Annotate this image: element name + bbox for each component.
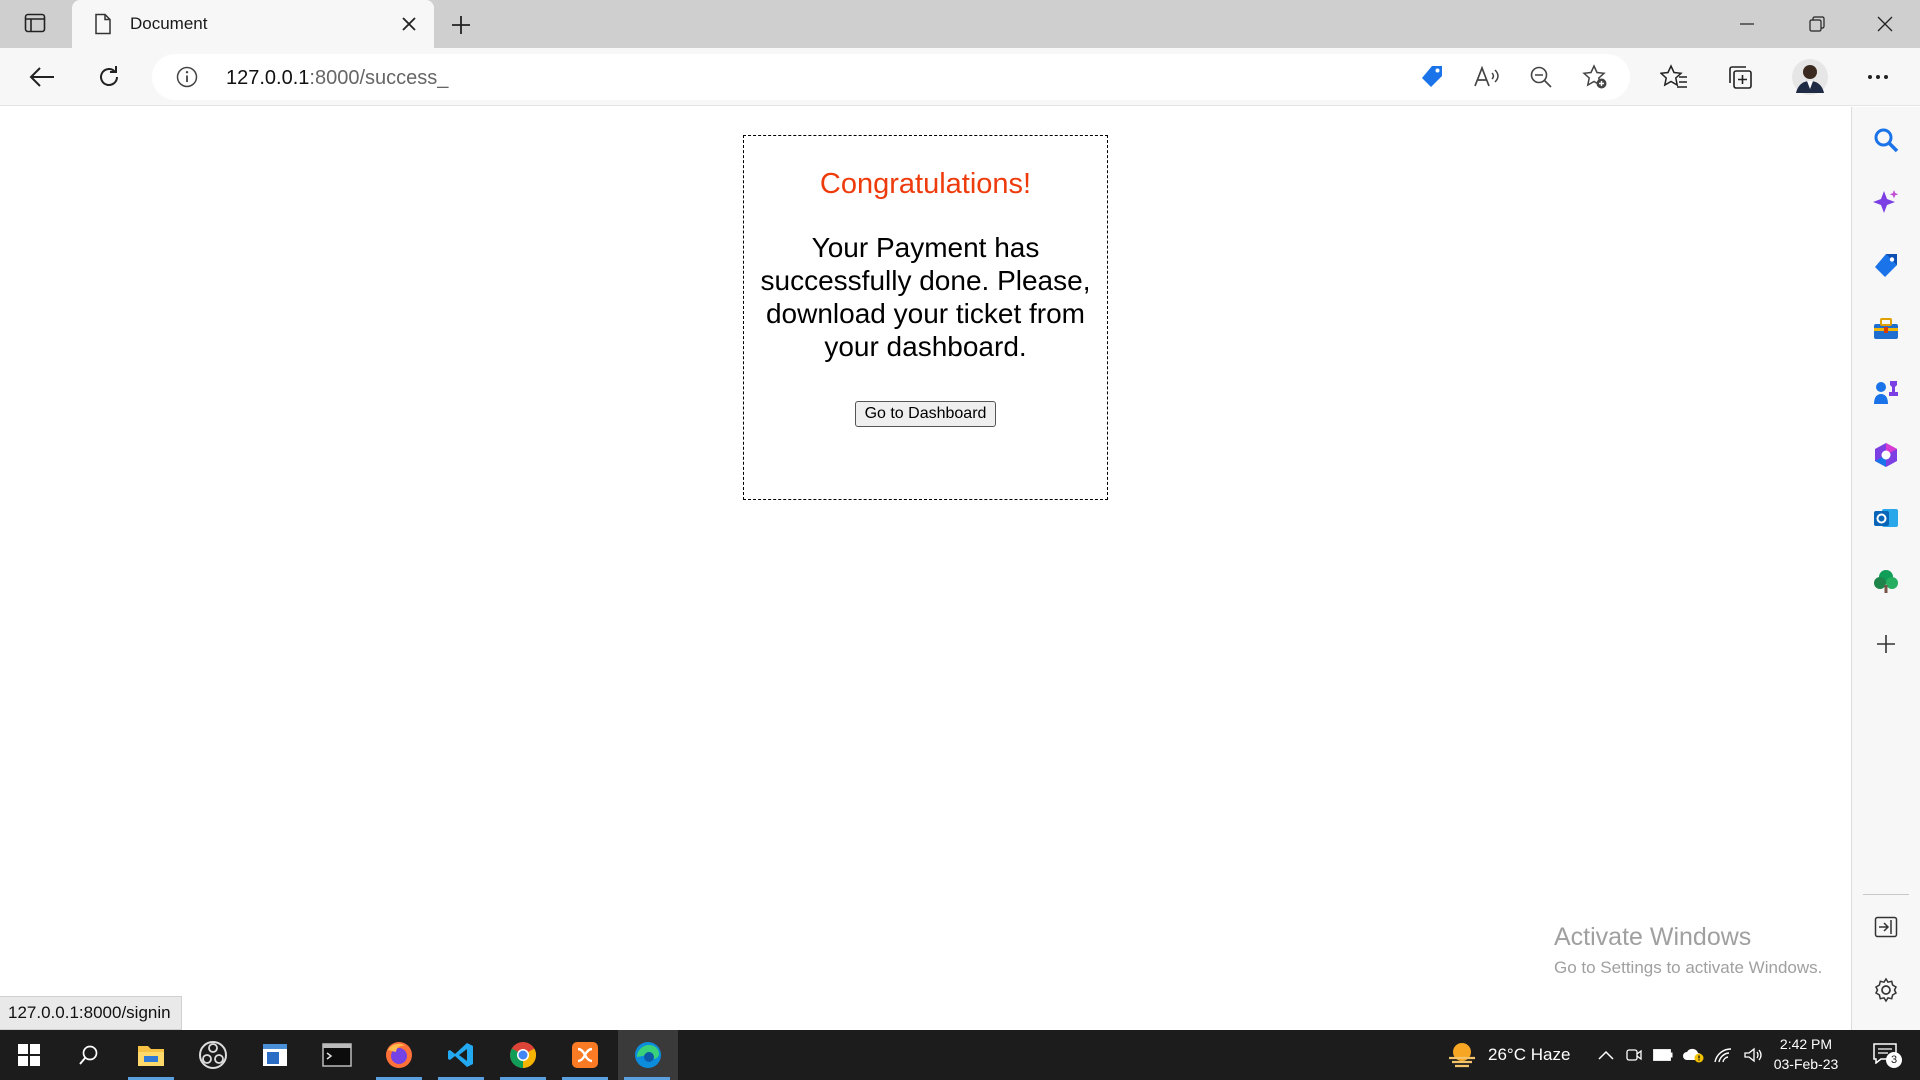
edge-sidebar — [1851, 107, 1920, 1030]
notification-count-badge: 3 — [1886, 1052, 1902, 1068]
taskbar: 26°C Haze 2:42 PM 03-Feb-23 3 — [0, 1030, 1920, 1080]
zoom-out-icon[interactable] — [1526, 63, 1556, 91]
success-card: Congratulations! Your Payment has succes… — [743, 135, 1108, 500]
terminal-button[interactable] — [308, 1030, 366, 1080]
chrome-button[interactable] — [494, 1030, 552, 1080]
shopping-icon[interactable] — [1869, 249, 1903, 283]
weather-text: 26°C Haze — [1488, 1045, 1571, 1064]
watermark-subtitle: Go to Settings to activate Windows. — [1554, 958, 1823, 977]
clock[interactable]: 2:42 PM 03-Feb-23 — [1768, 1034, 1844, 1074]
meet-now-icon[interactable] — [1620, 1047, 1648, 1063]
go-to-dashboard-button[interactable]: Go to Dashboard — [854, 401, 997, 427]
favorites-button[interactable] — [1654, 58, 1694, 96]
watermark-title: Activate Windows — [1554, 923, 1752, 951]
file-explorer-button[interactable] — [122, 1030, 180, 1080]
activate-windows-watermark: Activate Windows Go to Settings to activ… — [1554, 923, 1822, 978]
tools-icon[interactable] — [1869, 312, 1903, 346]
restore-button[interactable] — [1782, 0, 1852, 48]
edge-button[interactable] — [618, 1030, 678, 1080]
status-bar-url: 127.0.0.1:8000/signin — [0, 996, 182, 1030]
search-icon — [79, 1045, 98, 1065]
weather-widget[interactable]: 26°C Haze — [1446, 1030, 1570, 1080]
success-message: Your Payment has successfully done. Plea… — [760, 232, 1091, 362]
start-icon — [18, 1044, 40, 1066]
games-icon[interactable] — [1869, 375, 1903, 409]
drop-icon[interactable] — [1869, 564, 1903, 598]
notepad-icon — [263, 1044, 287, 1066]
close-window-button[interactable] — [1850, 0, 1920, 48]
office-icon[interactable] — [1869, 438, 1903, 472]
taskbar-search-button[interactable] — [60, 1030, 118, 1080]
sidebar-divider — [1863, 894, 1909, 895]
read-aloud-icon[interactable] — [1472, 63, 1502, 91]
refresh-button[interactable] — [89, 58, 129, 96]
notification-icon: 3 — [1872, 1042, 1902, 1068]
outlook-icon[interactable] — [1869, 501, 1903, 535]
profile-avatar[interactable] — [1790, 58, 1830, 96]
show-hidden-icons-icon[interactable] — [1592, 1050, 1620, 1060]
vscode-button[interactable] — [432, 1030, 490, 1080]
obs-button[interactable] — [184, 1030, 242, 1080]
more-options-button[interactable] — [1858, 58, 1898, 96]
start-button[interactable] — [0, 1030, 58, 1080]
file-explorer-icon — [138, 1046, 164, 1066]
firefox-icon — [386, 1042, 412, 1068]
clock-date: 03-Feb-23 — [1773, 1056, 1839, 1072]
page-icon — [90, 11, 116, 37]
site-info-icon[interactable] — [176, 66, 198, 88]
copilot-icon[interactable] — [1869, 186, 1903, 220]
volume-icon[interactable] — [1738, 1047, 1768, 1063]
browser-toolbar: 127.0.0.1:8000/success_ — [0, 48, 1920, 106]
xampp-icon — [572, 1042, 598, 1068]
battery-icon[interactable] — [1648, 1049, 1678, 1061]
url-path: :8000/success_ — [309, 67, 449, 89]
back-button[interactable] — [22, 58, 62, 96]
add-icon[interactable] — [1869, 627, 1903, 661]
address-bar[interactable]: 127.0.0.1:8000/success_ — [152, 54, 1630, 100]
url-host: 127.0.0.1 — [226, 67, 310, 89]
xampp-button[interactable] — [556, 1030, 614, 1080]
close-tab-icon[interactable] — [394, 9, 424, 39]
wifi-icon[interactable] — [1708, 1047, 1738, 1063]
active-tab[interactable]: Document — [72, 0, 434, 48]
settings-icon[interactable] — [1869, 973, 1903, 1007]
notifications-button[interactable]: 3 — [1862, 1030, 1912, 1080]
shopping-tag-icon[interactable] — [1417, 63, 1447, 91]
new-tab-button[interactable] — [444, 8, 478, 42]
minimize-button[interactable] — [1712, 0, 1782, 48]
search-icon[interactable] — [1869, 123, 1903, 157]
add-favorite-icon[interactable] — [1580, 63, 1610, 91]
chrome-icon — [510, 1042, 537, 1069]
tab-title: Document — [130, 14, 208, 33]
exit-pane-icon[interactable] — [1869, 910, 1903, 944]
tab-actions-icon — [24, 13, 46, 38]
tab-strip: Document — [0, 0, 1920, 48]
onedrive-icon[interactable] — [1678, 1047, 1708, 1063]
notepad-button[interactable] — [246, 1030, 304, 1080]
edge-icon — [635, 1042, 661, 1068]
terminal-icon — [322, 1043, 352, 1067]
collections-button[interactable] — [1720, 58, 1760, 96]
page-viewport: Congratulations! Your Payment has succes… — [0, 107, 1851, 1030]
clock-time: 2:42 PM — [1779, 1036, 1833, 1052]
haze-sun-icon — [1449, 1043, 1475, 1068]
vscode-icon — [448, 1043, 473, 1067]
firefox-button[interactable] — [370, 1030, 428, 1080]
url-text[interactable]: 127.0.0.1:8000/success_ — [226, 67, 448, 90]
system-tray — [1592, 1030, 1768, 1080]
success-heading: Congratulations! — [819, 168, 1032, 200]
tab-actions-menu[interactable] — [15, 10, 55, 40]
obs-icon — [199, 1041, 227, 1069]
